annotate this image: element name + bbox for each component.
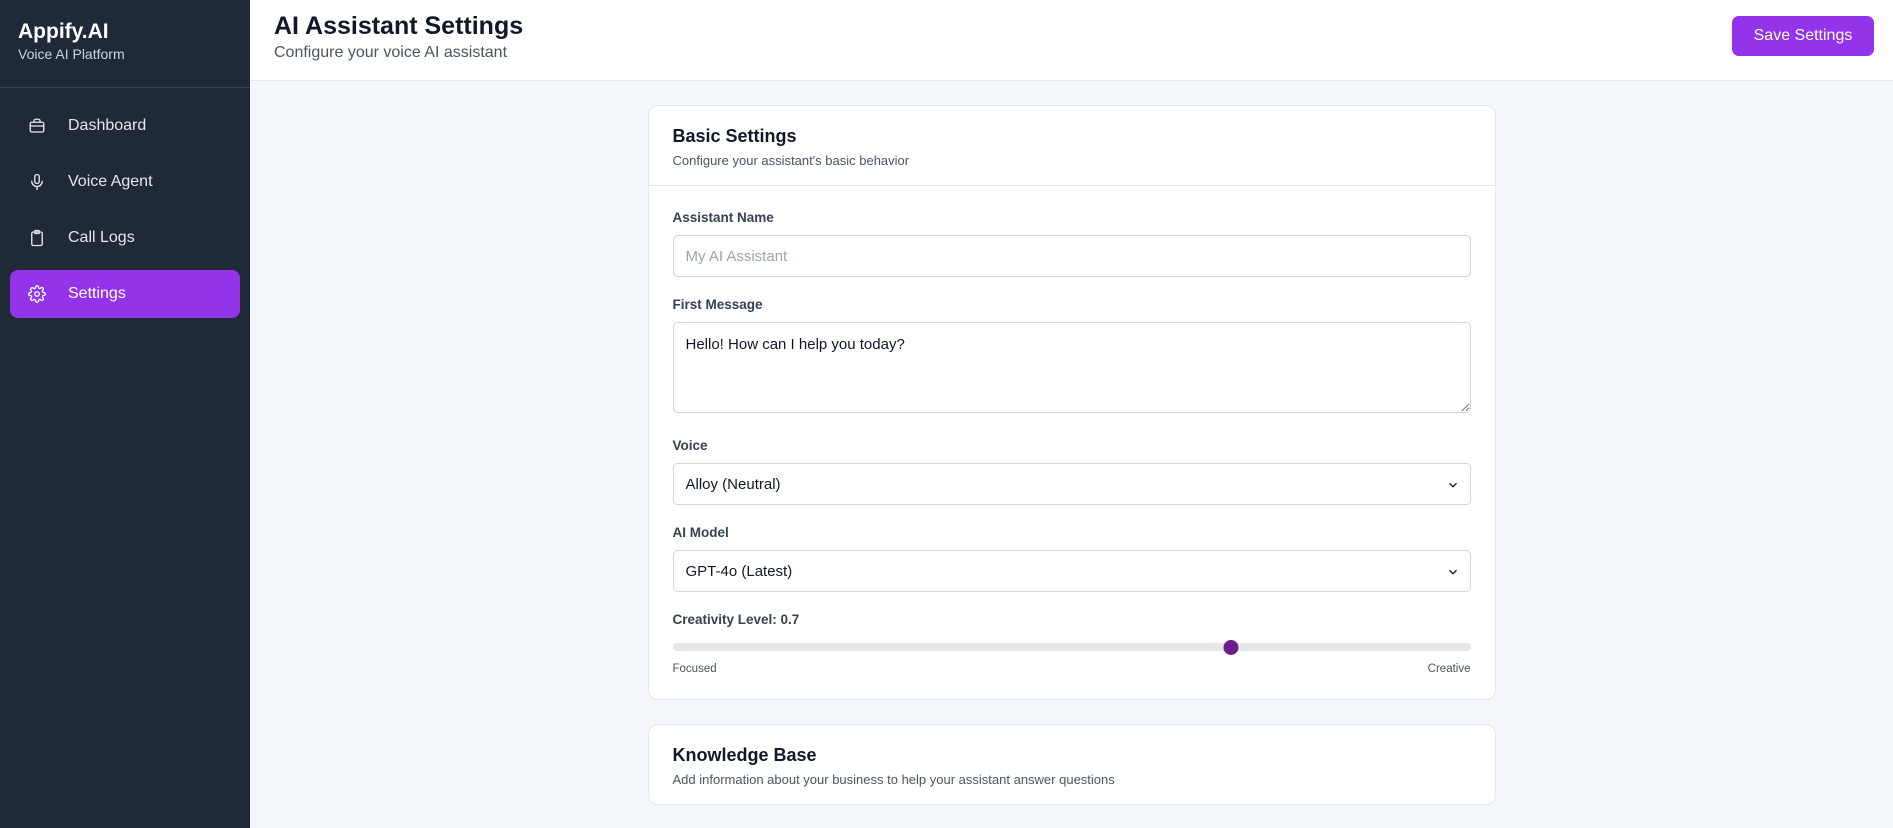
- creativity-scale-labels: Focused Creative: [673, 663, 1471, 675]
- page-subtitle: Configure your voice AI assistant: [274, 44, 508, 61]
- page-header: AI Assistant Settings Configure your voi…: [250, 0, 1893, 81]
- app-root: Appify.AI Voice AI Platform Dashboard Vo…: [0, 0, 1893, 828]
- sidebar-item-settings[interactable]: Settings: [10, 270, 240, 318]
- creativity-field: Creativity Level: 0.7 Focused Creative: [672, 612, 1471, 675]
- brand: Appify.AI Voice AI Platform: [0, 0, 250, 88]
- first-message-textarea[interactable]: Hello! How can I help you today?: [672, 322, 1471, 413]
- voice-select-wrapper: Alloy (Neutral): [672, 463, 1471, 505]
- sidebar-item-label: Settings: [68, 285, 126, 302]
- assistant-name-label: Assistant Name: [672, 210, 774, 225]
- voice-selected-value: Alloy (Neutral): [685, 475, 781, 493]
- sidebar: Appify.AI Voice AI Platform Dashboard Vo…: [0, 0, 250, 828]
- sidebar-item-call-logs[interactable]: Call Logs: [10, 214, 240, 262]
- creativity-slider-thumb[interactable]: [1223, 640, 1239, 655]
- brand-name: Appify.AI: [18, 20, 109, 43]
- header-text: AI Assistant Settings Configure your voi…: [274, 12, 523, 62]
- card-body: Assistant Name First Message Hello! How …: [649, 186, 1495, 699]
- sidebar-item-voice-agent[interactable]: Voice Agent: [10, 158, 240, 206]
- basic-settings-card: Basic Settings Configure your assistant'…: [647, 105, 1496, 700]
- voice-select[interactable]: Alloy (Neutral): [672, 463, 1471, 505]
- knowledge-base-card: Knowledge Base Add information about you…: [647, 724, 1496, 805]
- creativity-min-label: Focused: [672, 663, 717, 675]
- sidebar-nav: Dashboard Voice Agent Call Logs Settings: [0, 88, 250, 340]
- assistant-name-input[interactable]: [672, 235, 1471, 277]
- ai-model-select-wrapper: GPT-4o (Latest): [672, 550, 1471, 592]
- save-settings-button[interactable]: Save Settings: [1732, 16, 1874, 56]
- page-title: AI Assistant Settings: [274, 12, 524, 40]
- creativity-max-label: Creative: [1427, 663, 1471, 675]
- card-description: Add information about your business to h…: [672, 772, 1115, 787]
- chevron-down-icon: [1446, 478, 1460, 492]
- ai-model-selected-value: GPT-4o (Latest): [685, 562, 793, 580]
- sidebar-item-label: Dashboard: [68, 117, 147, 134]
- first-message-field: First Message Hello! How can I help you …: [672, 297, 1471, 418]
- chevron-down-icon: [1446, 565, 1460, 579]
- card-header: Basic Settings Configure your assistant'…: [648, 106, 1495, 186]
- card-title: Basic Settings: [672, 126, 797, 146]
- ai-model-field: AI Model GPT-4o (Latest): [672, 525, 1471, 592]
- card-header: Knowledge Base Add information about you…: [649, 725, 1495, 804]
- gear-icon: [28, 285, 46, 303]
- card-description: Configure your assistant's basic behavio…: [672, 153, 910, 168]
- ai-model-label: AI Model: [672, 525, 729, 540]
- sidebar-item-dashboard[interactable]: Dashboard: [10, 102, 240, 150]
- content-scroll[interactable]: Basic Settings Configure your assistant'…: [250, 81, 1893, 828]
- voice-label: Voice: [672, 438, 708, 453]
- microphone-icon: [28, 173, 46, 191]
- briefcase-icon: [28, 117, 46, 135]
- clipboard-icon: [28, 229, 46, 247]
- first-message-label: First Message: [672, 297, 763, 312]
- main-area: AI Assistant Settings Configure your voi…: [250, 0, 1893, 828]
- creativity-slider[interactable]: [672, 640, 1471, 655]
- sidebar-item-label: Call Logs: [68, 229, 135, 246]
- ai-model-select[interactable]: GPT-4o (Latest): [672, 550, 1471, 592]
- assistant-name-field: Assistant Name: [672, 210, 1471, 277]
- creativity-label: Creativity Level: 0.7: [672, 612, 800, 627]
- brand-subtitle: Voice AI Platform: [18, 46, 125, 62]
- voice-field: Voice Alloy (Neutral): [672, 438, 1471, 505]
- card-title: Knowledge Base: [672, 745, 817, 765]
- sidebar-item-label: Voice Agent: [68, 173, 153, 190]
